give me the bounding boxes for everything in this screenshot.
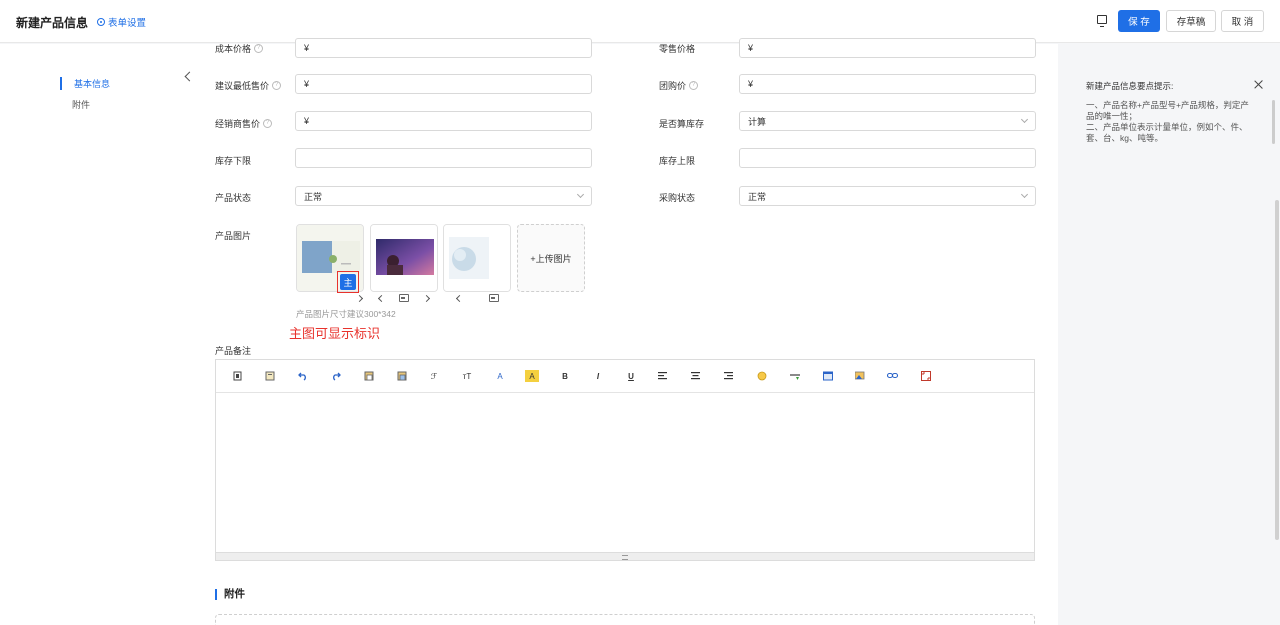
font-color-icon[interactable]: A (493, 370, 507, 382)
top-bar: 新建产品信息 表单设置 保 存 存草稿 取 消 (0, 0, 1280, 43)
image-size-hint: 产品图片尺寸建议300*342 (296, 309, 396, 319)
source-icon[interactable] (231, 370, 245, 382)
count-stock-select[interactable]: 计算 (739, 111, 1036, 131)
fullscreen-icon[interactable] (919, 370, 933, 382)
save-button[interactable]: 保 存 (1118, 10, 1160, 32)
tips-body: 一、产品名称+产品型号+产品规格，判定产品的唯一性； 二、产品单位表示计量单位，… (1086, 100, 1249, 143)
product-status-label: 产品状态 (215, 192, 252, 203)
cancel-button[interactable]: 取 消 (1221, 10, 1264, 32)
font-family-icon[interactable]: ℱ (427, 370, 441, 382)
annotation-text: 主图可显示标识 (289, 327, 381, 342)
help-icon: ? (263, 118, 273, 128)
image-preview-2 (371, 225, 437, 291)
image-icon[interactable] (853, 370, 867, 382)
cost-price-label: 成本价格? (215, 38, 264, 58)
close-icon[interactable] (1254, 80, 1264, 90)
stock-min-label: 库存下限 (215, 155, 252, 166)
attachment-dropzone[interactable] (215, 614, 1035, 625)
gear-icon (97, 18, 105, 26)
upload-image-button[interactable]: +上传图片 (517, 224, 585, 292)
group-price-label-text: 团购价 (659, 80, 687, 91)
save-draft-button[interactable]: 存草稿 (1166, 10, 1216, 32)
group-price-input[interactable]: ¥ (739, 74, 1036, 94)
min-price-input[interactable]: ¥ (295, 74, 592, 94)
tips-title: 新建产品信息要点提示: (1086, 81, 1174, 91)
italic-icon[interactable]: I (591, 370, 605, 382)
move-left-icon[interactable] (454, 294, 463, 303)
emoji-icon[interactable] (755, 370, 769, 382)
group-price-label: 团购价? (659, 75, 699, 95)
page-title: 新建产品信息 (16, 16, 89, 30)
image-preview-3 (444, 225, 510, 291)
stock-max-label: 库存上限 (659, 155, 696, 166)
chevron-down-icon (576, 190, 585, 199)
main-form: 成本价格? ¥ 零售价格 ¥ 建议最低售价? ¥ 团购价? ¥ 经销商售价? ¥… (196, 38, 1058, 625)
align-center-icon[interactable] (689, 370, 703, 382)
monitor-icon[interactable] (1097, 15, 1107, 27)
align-right-icon[interactable] (722, 370, 736, 382)
count-stock-label: 是否算库存 (659, 118, 705, 129)
rich-text-editor[interactable]: ℱ тT A A B I U (215, 359, 1035, 561)
undo-icon[interactable] (296, 370, 310, 382)
page-scrollbar[interactable] (1275, 200, 1279, 540)
product-status-select[interactable]: 正常 (295, 186, 592, 206)
help-icon: ? (272, 80, 282, 90)
tips-scrollbar[interactable] (1272, 100, 1275, 144)
chevron-down-icon (1020, 115, 1029, 124)
help-icon: ? (689, 80, 699, 90)
dealer-price-input[interactable]: ¥ (295, 111, 592, 131)
set-main-image-icon[interactable] (489, 293, 499, 302)
move-right-icon[interactable] (356, 294, 365, 303)
stock-max-input[interactable] (739, 148, 1036, 168)
help-icon: ? (254, 43, 264, 53)
purchase-status-value: 正常 (748, 191, 767, 202)
product-remark-label: 产品备注 (215, 345, 252, 356)
form-settings-link[interactable]: 表单设置 (97, 15, 146, 29)
cost-price-input[interactable]: ¥ (295, 38, 592, 58)
min-price-label: 建议最低售价? (215, 75, 282, 95)
table-icon[interactable] (821, 370, 835, 382)
product-image-thumb[interactable] (370, 224, 438, 292)
cost-price-label-text: 成本价格 (215, 43, 252, 54)
align-left-icon[interactable] (656, 370, 670, 382)
font-size-icon[interactable]: тT (459, 370, 475, 382)
purchase-status-label: 采购状态 (659, 192, 696, 203)
tips-panel: 新建产品信息要点提示: 一、产品名称+产品型号+产品规格，判定产品的唯一性； 二… (1076, 44, 1276, 625)
editor-toolbar: ℱ тT A A B I U (216, 360, 1034, 393)
underline-icon[interactable]: U (624, 370, 638, 382)
link-icon[interactable] (886, 370, 900, 382)
side-nav: 基本信息 附件 (0, 44, 196, 625)
product-image-thumb[interactable] (443, 224, 511, 292)
highlight-icon[interactable]: A (525, 370, 539, 382)
move-right-icon[interactable] (423, 294, 432, 303)
dealer-price-label-text: 经销商售价 (215, 118, 261, 129)
bold-icon[interactable]: B (558, 370, 572, 382)
retail-price-input[interactable]: ¥ (739, 38, 1036, 58)
template-icon[interactable] (263, 370, 277, 382)
dealer-price-label: 经销商售价? (215, 113, 273, 133)
paste-text-icon[interactable] (395, 370, 409, 382)
editor-resize-handle[interactable] (216, 552, 1034, 560)
main-image-badge-text: 主 (340, 274, 356, 290)
chevron-down-icon (1020, 190, 1029, 199)
stock-min-input[interactable] (295, 148, 592, 168)
product-status-value: 正常 (304, 191, 323, 202)
insert-line-icon[interactable] (788, 370, 802, 382)
min-price-label-text: 建议最低售价 (215, 80, 270, 91)
paste-icon[interactable] (362, 370, 376, 382)
redo-icon[interactable] (329, 370, 343, 382)
sidenav-item-basic-info[interactable]: 基本信息 (60, 77, 110, 90)
main-image-badge: 主 (337, 271, 359, 293)
collapse-nav-icon[interactable] (183, 70, 193, 84)
attachments-section-title: 附件 (215, 589, 245, 600)
set-main-image-icon[interactable] (399, 293, 409, 302)
move-left-icon[interactable] (376, 294, 385, 303)
count-stock-value: 计算 (748, 116, 767, 127)
form-settings-label: 表单设置 (108, 18, 147, 29)
product-images-label: 产品图片 (215, 230, 252, 241)
sidenav-item-attachments[interactable]: 附件 (60, 98, 90, 111)
retail-price-label: 零售价格 (659, 43, 696, 54)
purchase-status-select[interactable]: 正常 (739, 186, 1036, 206)
